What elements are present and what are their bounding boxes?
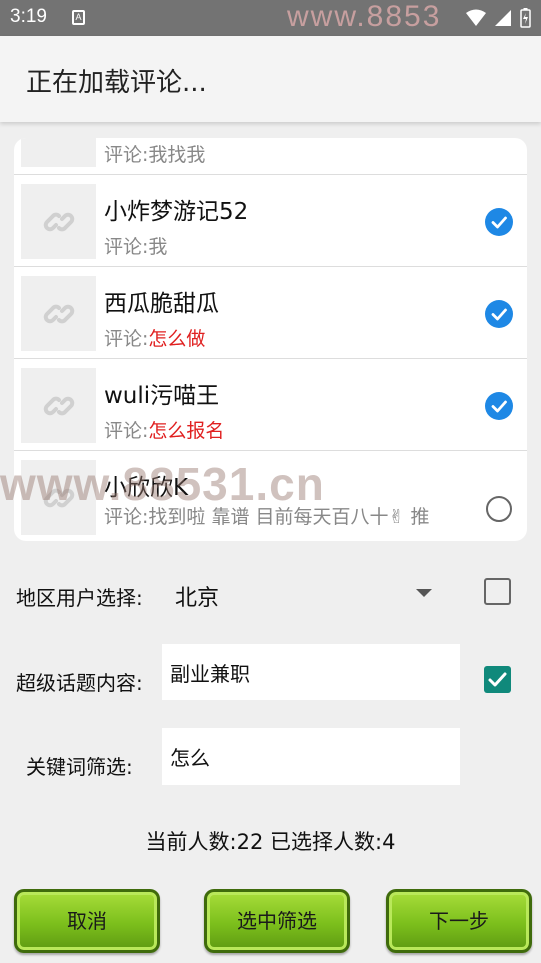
page-title: 正在加载评论... xyxy=(26,68,207,98)
watermark-overlay: www.88531.cn xyxy=(0,458,325,510)
selected-check-icon[interactable] xyxy=(485,392,513,420)
keyword-label: 关键词筛选: xyxy=(26,755,133,779)
region-label: 地区用户选择: xyxy=(16,586,143,610)
avatar xyxy=(21,368,96,443)
link-placeholder-icon xyxy=(43,212,75,232)
avatar xyxy=(21,184,96,259)
notification-a-icon: A xyxy=(72,10,85,25)
region-dropdown[interactable]: 北京 xyxy=(175,580,219,612)
checkmark-icon xyxy=(488,672,507,687)
user-name: 西瓜脆甜瓜 xyxy=(104,291,219,317)
comment-text: 评论:怎么报名 xyxy=(104,420,225,442)
chevron-down-icon[interactable] xyxy=(416,589,432,597)
status-icons xyxy=(466,8,531,28)
comment-text: 评论:我找我 xyxy=(104,144,206,166)
list-item[interactable]: wuli污喵王 评论:怎么报名 xyxy=(14,360,527,451)
link-placeholder-icon xyxy=(43,396,75,416)
battery-icon xyxy=(520,8,531,28)
next-step-button[interactable]: 下一步 xyxy=(386,889,532,953)
watermark-top: www.8853 xyxy=(287,0,442,33)
link-placeholder-icon xyxy=(43,304,75,324)
keyword-input[interactable]: 怎么 xyxy=(162,728,460,785)
avatar xyxy=(21,138,96,167)
topic-label: 超级话题内容: xyxy=(16,671,143,695)
comment-text: 评论:怎么做 xyxy=(104,328,206,350)
filter-selected-button[interactable]: 选中筛选 xyxy=(204,889,350,953)
wifi-icon xyxy=(466,9,486,26)
region-checkbox[interactable] xyxy=(484,578,511,605)
signal-icon xyxy=(495,10,511,26)
selected-check-icon[interactable] xyxy=(485,300,513,328)
app-bar: 正在加载评论... xyxy=(0,36,541,122)
user-name: wuli污喵王 xyxy=(104,383,220,409)
status-time: 3:19 xyxy=(10,6,47,27)
list-item[interactable]: 西瓜脆甜瓜 评论:怎么做 xyxy=(14,268,527,359)
topic-input[interactable]: 副业兼职 xyxy=(162,644,460,700)
topic-checkbox[interactable] xyxy=(484,666,511,693)
status-bar: 3:19 A www.8853 xyxy=(0,0,541,36)
selected-check-icon[interactable] xyxy=(485,208,513,236)
list-item[interactable]: 小炸梦游记52 评论:我 xyxy=(14,176,527,267)
selection-summary: 当前人数:22 已选择人数:4 xyxy=(145,830,396,854)
comment-text: 评论:我 xyxy=(104,236,168,258)
unselected-circle-icon[interactable] xyxy=(486,496,512,522)
avatar xyxy=(21,276,96,351)
list-item[interactable]: 评论:我找我 xyxy=(14,138,527,175)
cancel-button[interactable]: 取消 xyxy=(14,889,160,953)
user-name: 小炸梦游记52 xyxy=(104,199,249,225)
